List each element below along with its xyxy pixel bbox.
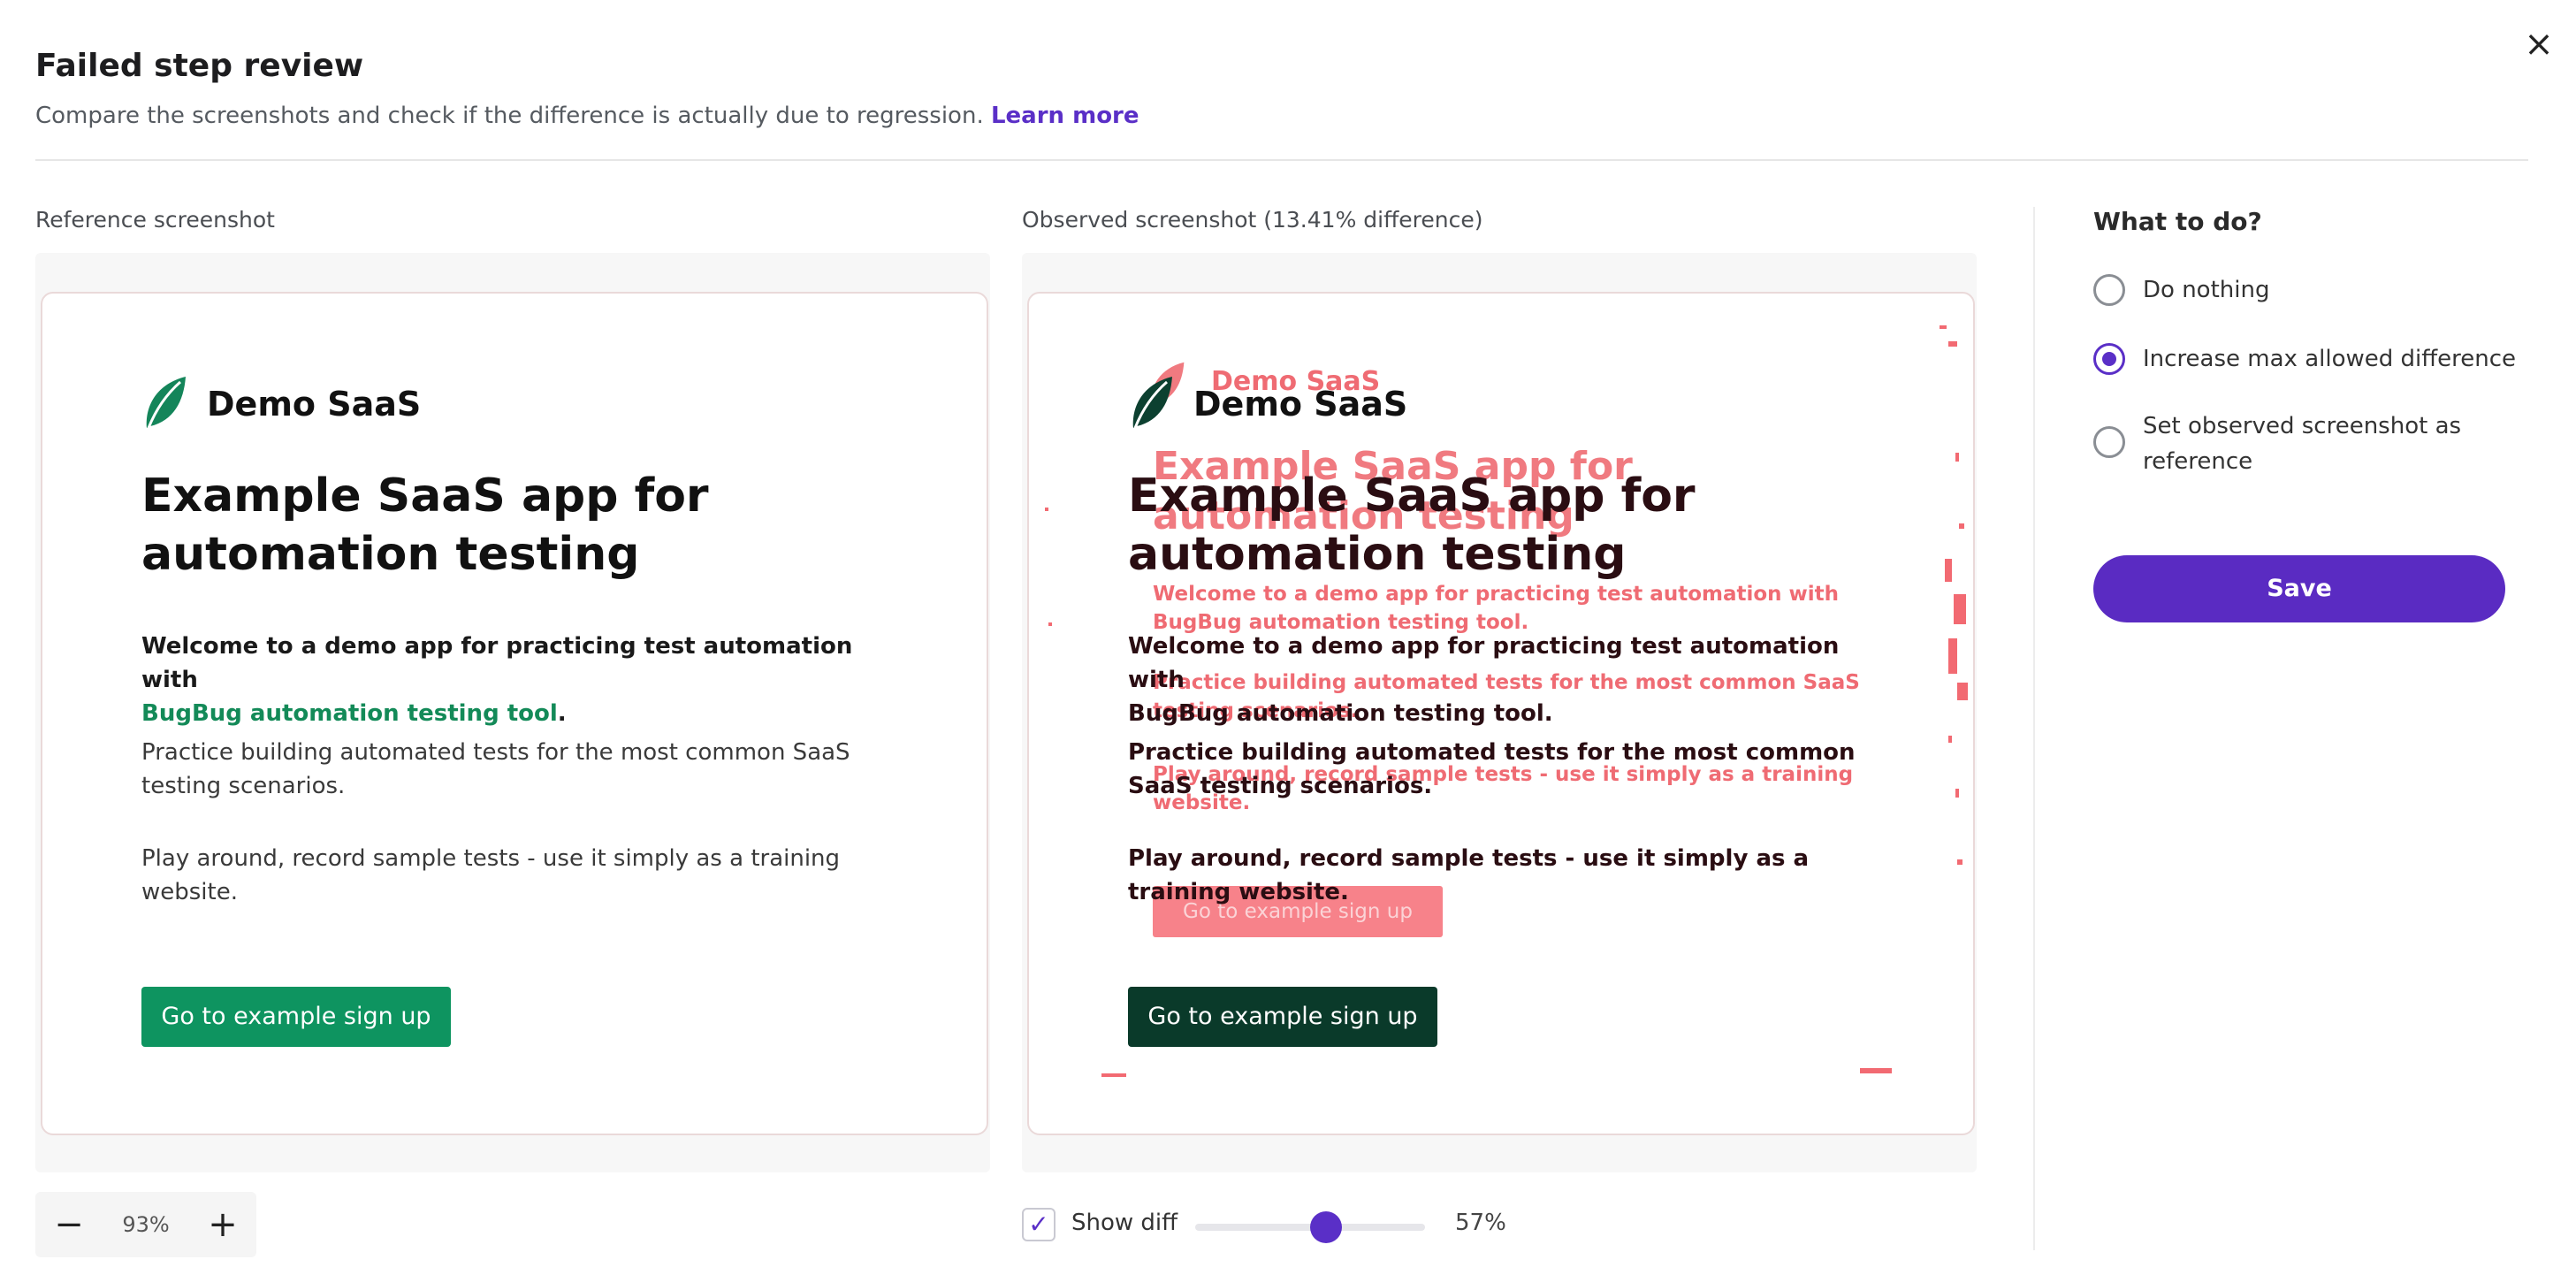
option-label: Do nothing (2143, 277, 2270, 303)
diff-noise (1945, 559, 1952, 582)
show-diff-label: Show diff (1071, 1210, 1178, 1236)
ghost-intro-text: Welcome to a demo app for practicing tes… (1153, 583, 1840, 606)
app-intro: Welcome to a demo app for practicing tes… (1128, 630, 1888, 730)
learn-more-link[interactable]: Learn more (991, 103, 1139, 129)
app-cta-button: Go to example sign up (1128, 987, 1437, 1047)
dialog-title: Failed step review (35, 48, 364, 84)
radio-do-nothing[interactable] (2093, 274, 2125, 306)
app-intro: Welcome to a demo app for practicing tes… (141, 630, 902, 730)
reference-logo: Demo SaaS (141, 375, 421, 433)
diff-noise (1940, 325, 1947, 329)
diff-opacity-value: 57% (1455, 1210, 1506, 1236)
logo-text: Demo SaaS (1193, 385, 1408, 424)
reference-screenshot: Demo SaaS Example SaaS app for automatio… (41, 292, 988, 1135)
show-diff-checkbox[interactable]: ✓ (1022, 1208, 1056, 1241)
subtitle-text: Compare the screenshots and check if the… (35, 103, 984, 129)
diff-noise (1045, 508, 1048, 511)
leaf-logo-icon (1132, 377, 1172, 429)
diff-noise (1955, 789, 1959, 798)
zoom-value: 93% (122, 1212, 170, 1237)
actions-heading: What to do? (2093, 207, 2262, 236)
app-para-1: Practice building automated tests for th… (1128, 739, 1856, 799)
zoom-out-icon[interactable]: − (35, 1192, 103, 1257)
reference-label: Reference screenshot (35, 207, 275, 233)
option-increase-max-difference[interactable]: Increase max allowed difference (2093, 343, 2532, 377)
close-icon[interactable]: × (2519, 25, 2558, 64)
column-divider (2033, 207, 2035, 1250)
observed-label: Observed screenshot (13.41% difference) (1022, 207, 1483, 233)
option-label: Increase max allowed difference (2143, 346, 2517, 372)
bugbug-link: BugBug automation testing tool (141, 700, 558, 727)
zoom-in-icon[interactable]: + (189, 1192, 256, 1257)
diff-noise (1959, 523, 1964, 529)
intro-text: Welcome to a demo app for practicing tes… (1128, 633, 1840, 693)
diff-noise (1048, 622, 1052, 626)
diff-opacity-slider-thumb[interactable] (1310, 1211, 1342, 1243)
diff-noise (1957, 683, 1968, 700)
diff-noise (1101, 1073, 1126, 1077)
diff-noise (1948, 736, 1952, 743)
radio-increase-max-difference[interactable] (2093, 343, 2125, 375)
zoom-control: − 93% + (35, 1192, 256, 1257)
app-heading: Example SaaS app for automation testing (141, 470, 709, 581)
radio-set-observed-as-reference[interactable] (2093, 426, 2125, 458)
option-set-observed-as-reference[interactable]: Set observed screenshot as reference (2093, 408, 2532, 479)
diff-noise (1957, 859, 1962, 865)
app-cta-button: Go to example sign up (141, 987, 451, 1047)
diff-noise (1948, 341, 1957, 347)
app-para-1: Practice building automated tests for th… (141, 739, 850, 799)
ghost-intro: Welcome to a demo app for practicing tes… (1153, 580, 1878, 637)
diff-noise (1954, 594, 1966, 624)
diff-noise (1860, 1068, 1892, 1073)
app-para-2: Play around, record sample tests - use i… (141, 845, 841, 905)
bugbug-link: BugBug automation testing tool (1128, 700, 1544, 727)
diff-noise (1955, 453, 1959, 462)
diff-noise (1948, 638, 1957, 674)
leaf-logo-icon (146, 377, 186, 429)
app-para-2: Play around, record sample tests - use i… (1128, 845, 1810, 905)
header-divider (35, 159, 2528, 161)
intro-end: . (1543, 700, 1553, 727)
logo-text: Demo SaaS (207, 385, 422, 424)
app-heading: Example SaaS app for automation testing (1128, 470, 1696, 581)
intro-end: . (557, 700, 567, 727)
dialog-subtitle: Compare the screenshots and check if the… (35, 103, 1139, 129)
option-do-nothing[interactable]: Do nothing (2093, 274, 2532, 308)
observed-screenshot: Demo SaaS Example SaaS app for automatio… (1027, 292, 1975, 1135)
option-label: Set observed screenshot as reference (2143, 413, 2462, 475)
save-button[interactable]: Save (2093, 555, 2505, 622)
intro-text: Welcome to a demo app for practicing tes… (141, 633, 853, 693)
observed-logo: Demo SaaS (1128, 375, 1407, 433)
